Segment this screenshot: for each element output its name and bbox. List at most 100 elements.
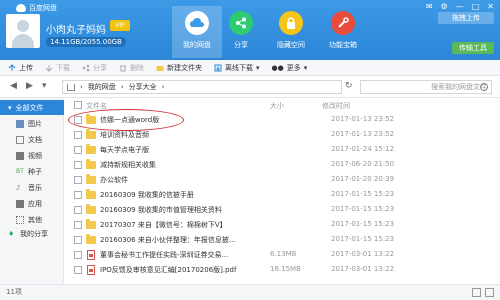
file-modified-date: 2017-01-13 23:52 <box>331 130 395 138</box>
home-icon[interactable] <box>67 83 75 91</box>
sidebar-item-others[interactable]: 其他 <box>0 212 64 227</box>
share-icon <box>82 64 90 71</box>
maximize-icon[interactable]: □ <box>472 2 480 11</box>
vip-badge[interactable]: VIP <box>110 20 130 31</box>
row-checkbox[interactable] <box>74 176 82 184</box>
list-view-icon[interactable] <box>485 288 494 297</box>
share-icon <box>229 11 253 35</box>
file-name[interactable]: 20170307 来自【微信号：棉棉树下V】 <box>100 220 227 230</box>
image-icon <box>16 119 24 128</box>
table-row[interactable]: 20160306 来自小伙伴整理：年报信息披... 2017-01-15 15:2… <box>64 234 500 246</box>
table-row[interactable]: 培训资料及音频 2017-01-13 23:52 <box>64 129 500 141</box>
nav-my-disk[interactable]: 我的网盘 <box>172 6 222 58</box>
row-checkbox[interactable] <box>74 131 82 139</box>
breadcrumb[interactable]: › 我的网盘 › 分享大全 › <box>62 80 342 94</box>
row-checkbox[interactable] <box>74 146 82 154</box>
row-checkbox[interactable] <box>74 251 82 259</box>
sidebar-item-my-shares[interactable]: ♦ 我的分享 <box>0 226 64 241</box>
refresh-icon[interactable]: ↻ <box>345 81 353 91</box>
transfer-tool-button[interactable]: 传输工具 <box>452 42 494 54</box>
select-all-checkbox[interactable] <box>74 101 82 109</box>
back-icon[interactable]: ◀ <box>10 81 17 91</box>
table-row[interactable]: 20170307 来自【微信号：棉棉树下V】 2017-01-15 15:23 <box>64 219 500 231</box>
drag-upload-button[interactable]: 拖拽上传 <box>438 12 494 24</box>
username[interactable]: 小肉丸子妈妈 <box>46 21 106 36</box>
search-input[interactable]: 搜索我的网盘文件 <box>360 80 492 94</box>
file-name[interactable]: 办公软件 <box>100 175 128 185</box>
table-row[interactable]: 20160309 我收集的信披手册 2017-01-15 15:23 <box>64 189 500 201</box>
table-row[interactable]: 办公软件 2017-01-20 20:39 <box>64 174 500 186</box>
file-name[interactable]: 20160309 我收集的市值管理相关资料 <box>100 205 222 215</box>
sidebar-item-torrents[interactable]: BT 种子 <box>0 164 64 179</box>
upload-icon <box>8 63 16 71</box>
video-icon <box>16 151 24 160</box>
item-count: 11项 <box>6 288 22 296</box>
file-name[interactable]: 培训资料及音频 <box>100 130 149 140</box>
trash-icon <box>120 65 126 71</box>
pdf-file-icon <box>87 265 95 275</box>
row-checkbox[interactable] <box>74 206 82 214</box>
file-name[interactable]: 每天学点电子版 <box>100 145 149 155</box>
nav-hidden-space[interactable]: 隐藏空间 <box>266 6 316 58</box>
file-name[interactable]: 20160309 我收集的信披手册 <box>100 190 194 200</box>
sidebar-item-apps[interactable]: 应用 <box>0 196 64 211</box>
row-checkbox[interactable] <box>74 236 82 244</box>
column-header-date[interactable]: 修改时间 <box>322 101 350 111</box>
app-header: 百度网盘 小肉丸子妈妈 VIP 14.11GB/2055.00GB 我的网盘 分… <box>0 0 500 60</box>
nav-toolbox[interactable]: 功能宝箱 <box>318 6 368 58</box>
row-checkbox[interactable] <box>74 191 82 199</box>
share-icon: ♦ <box>8 229 15 238</box>
row-checkbox[interactable] <box>74 161 82 169</box>
file-list: 文件名 大小 修改时间 信娜一点通word版 2017-01-13 23:52 培训… <box>64 98 500 284</box>
table-row[interactable]: IPO反馈及审核意见汇编[20170206版].pdf 16.15MB 2017-0… <box>64 264 500 276</box>
toolbox-icon <box>331 11 355 35</box>
row-checkbox[interactable] <box>74 266 82 274</box>
cloud-logo-icon <box>16 4 26 12</box>
dropdown-icon[interactable]: ▾ <box>42 81 47 91</box>
message-icon[interactable]: ✉ <box>426 2 433 11</box>
collapse-icon: ▾ <box>8 103 12 112</box>
new-folder-button[interactable]: 新建文件夹 <box>156 63 202 73</box>
file-modified-date: 2017-01-15 15:23 <box>331 190 395 198</box>
table-row[interactable]: 信娜一点通word版 2017-01-13 23:52 <box>64 109 500 131</box>
forward-icon[interactable]: ▶ <box>26 81 33 91</box>
file-name[interactable]: 减持新规相关收集 <box>100 160 156 170</box>
share-button[interactable]: 分享 <box>82 63 107 73</box>
search-icon[interactable] <box>480 83 488 91</box>
folder-icon <box>86 159 96 169</box>
more-button[interactable]: ●● 更多 ▾ <box>272 63 308 73</box>
sidebar-item-videos[interactable]: 视频 <box>0 148 64 163</box>
avatar[interactable] <box>6 14 40 48</box>
sidebar-item-documents[interactable]: 文档 <box>0 132 64 147</box>
breadcrumb-my-disk[interactable]: 我的网盘 <box>88 82 116 92</box>
sidebar-item-all-files[interactable]: ▾ 全部文件 <box>0 100 64 115</box>
file-name[interactable]: 20160306 来自小伙伴整理：年报信息披... <box>100 235 236 245</box>
sidebar-item-images[interactable]: 图片 <box>0 116 64 131</box>
chevron-down-icon: ▾ <box>303 63 308 72</box>
table-row[interactable]: 减持新规相关收集 2017-06-20 21:50 <box>64 159 500 171</box>
bt-icon: BT <box>16 167 24 175</box>
folder-icon <box>86 234 96 244</box>
breadcrumb-share-collection[interactable]: 分享大全 <box>129 82 157 92</box>
table-row[interactable]: 20160309 我收集的市值管理相关资料 2017-01-15 15:23 <box>64 204 500 216</box>
offline-download-icon <box>214 64 222 71</box>
sidebar-item-music[interactable]: ♪ 音乐 <box>0 180 64 195</box>
column-header-size[interactable]: 大小 <box>270 101 284 111</box>
table-row[interactable]: 董事会秘书工作提任实践-深圳证券交易... 6.13MB 2017-03-01 13… <box>64 249 500 261</box>
file-name[interactable]: 董事会秘书工作提任实践-深圳证券交易... <box>100 250 228 260</box>
other-icon <box>16 215 24 224</box>
delete-button[interactable]: 删除 <box>119 63 144 73</box>
download-button[interactable]: 下载 <box>45 63 70 73</box>
file-name[interactable]: IPO反馈及审核意见汇编[20170206版].pdf <box>100 265 236 275</box>
offline-download-button[interactable]: 离线下载 ▾ <box>214 63 260 73</box>
close-icon[interactable]: ✕ <box>487 2 494 11</box>
highlight-annotation <box>68 109 184 131</box>
address-bar: ◀ ▶ ▾ › 我的网盘 › 分享大全 › ↻ 搜索我的网盘文件 <box>0 76 500 98</box>
gear-icon[interactable]: ⚙ <box>441 2 448 11</box>
nav-share[interactable]: 分享 <box>216 6 266 58</box>
upload-button[interactable]: 上传 <box>8 63 33 73</box>
row-checkbox[interactable] <box>74 221 82 229</box>
minimize-icon[interactable]: — <box>456 2 464 11</box>
table-row[interactable]: 每天学点电子版 2017-01-24 15:12 <box>64 144 500 156</box>
grid-view-icon[interactable] <box>472 288 481 297</box>
